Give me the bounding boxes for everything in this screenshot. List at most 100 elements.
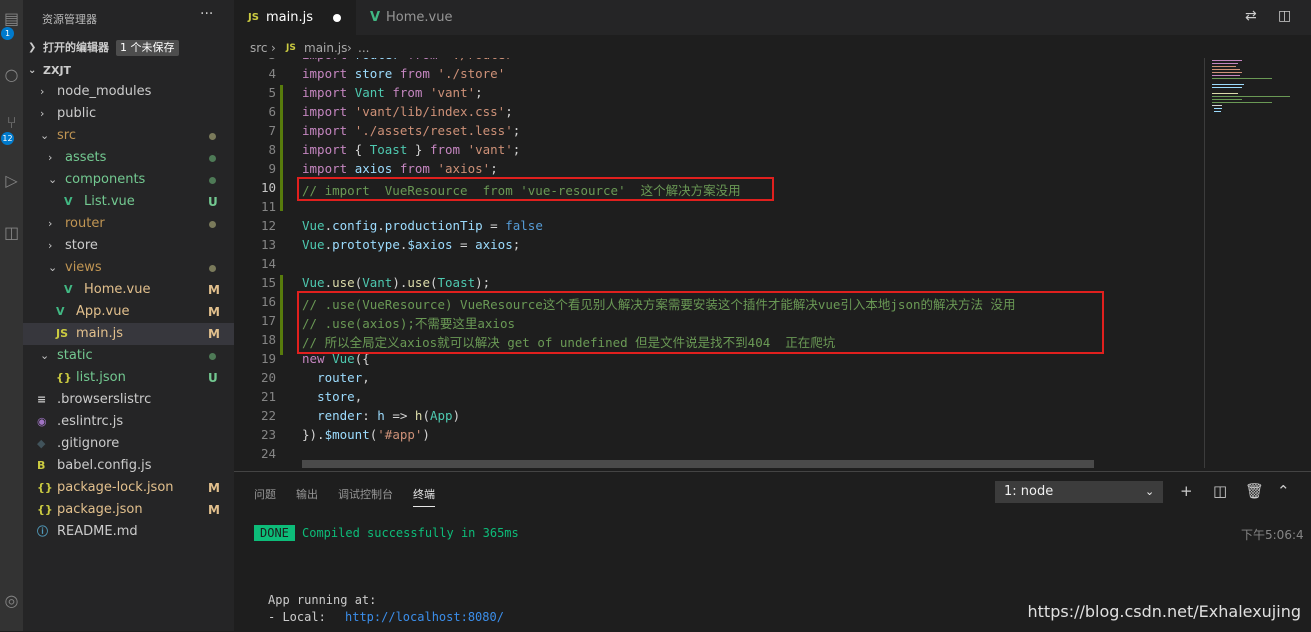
- code-line[interactable]: store,: [302, 389, 362, 404]
- folder-item[interactable]: ⌄ static: [23, 345, 234, 367]
- project-name: ZXJT: [43, 64, 72, 77]
- line-number: 12: [260, 218, 276, 233]
- code-line[interactable]: import store from './store': [302, 66, 505, 81]
- code-line[interactable]: Vue.use(Vant).use(Toast);: [302, 275, 490, 290]
- breadcrumb-separator: ›: [271, 41, 276, 55]
- folder-item[interactable]: › public: [23, 103, 234, 125]
- code-line[interactable]: Vue.config.productionTip = false: [302, 218, 543, 233]
- folder-item[interactable]: › assets: [23, 147, 234, 169]
- split-terminal-icon[interactable]: ◫: [1213, 482, 1227, 500]
- git-added-gutter: [280, 275, 283, 355]
- minimap-divider: [1204, 58, 1205, 468]
- line-number: 4: [268, 66, 276, 81]
- file-item[interactable]: JS main.js M: [23, 323, 234, 345]
- folder-item[interactable]: › router: [23, 213, 234, 235]
- code-line[interactable]: router,: [302, 370, 370, 385]
- git-status-dot: [209, 221, 216, 228]
- project-section[interactable]: ⌄ ZXJT: [23, 60, 234, 82]
- account-icon[interactable]: ◎: [0, 590, 23, 612]
- code-line[interactable]: import { Toast } from 'vant';: [302, 142, 520, 157]
- new-terminal-icon[interactable]: +: [1180, 482, 1193, 500]
- file-name: src: [57, 128, 76, 143]
- run-debug-icon[interactable]: ▷: [0, 170, 23, 192]
- tab-output[interactable]: 输出: [296, 486, 318, 502]
- minimap-line: [1212, 60, 1242, 61]
- file-item[interactable]: ≡ .browserslistrc: [23, 389, 234, 411]
- tab-problems[interactable]: 问题: [254, 486, 276, 502]
- search-icon[interactable]: ○: [0, 64, 23, 86]
- code-line[interactable]: render: h => h(App): [302, 408, 460, 423]
- chevron-right-icon: ›: [40, 85, 45, 98]
- extensions-icon[interactable]: ◫: [0, 222, 23, 244]
- explorer-icon[interactable]: ▤: [0, 8, 23, 30]
- git-status-dot: [209, 133, 216, 140]
- maximize-panel-icon[interactable]: ⌃: [1277, 482, 1290, 500]
- split-editor-icon[interactable]: ◫: [1278, 8, 1291, 24]
- code-line[interactable]: import 'vant/lib/index.css';: [302, 104, 513, 119]
- line-number: 5: [268, 85, 276, 100]
- tab-debug-console[interactable]: 调试控制台: [338, 486, 393, 502]
- minimap[interactable]: [1212, 58, 1292, 118]
- tab-main-js[interactable]: JS main.js: [234, 0, 356, 35]
- git-status-badge: U: [208, 195, 218, 209]
- modified-dot-icon[interactable]: [333, 14, 341, 22]
- code-line[interactable]: import router from './router': [302, 58, 520, 62]
- minimap-line: [1212, 96, 1290, 97]
- file-item[interactable]: ◆ .gitignore: [23, 433, 234, 455]
- git-status-dot: [209, 265, 216, 272]
- folder-item[interactable]: › store: [23, 235, 234, 257]
- folder-item[interactable]: ⌄ src: [23, 125, 234, 147]
- file-item[interactable]: {} package-lock.json M: [23, 477, 234, 499]
- minimap-line: [1212, 78, 1272, 79]
- breadcrumb-folder[interactable]: src: [250, 38, 268, 58]
- minimap-line: [1212, 69, 1240, 70]
- file-item[interactable]: {} package.json M: [23, 499, 234, 521]
- compare-changes-icon[interactable]: ⇄: [1245, 8, 1257, 24]
- tab-terminal[interactable]: 终端: [413, 486, 435, 507]
- code-line[interactable]: import Vant from 'vant';: [302, 85, 483, 100]
- vue-file-icon: V: [64, 195, 73, 208]
- file-item[interactable]: V List.vue U: [23, 191, 234, 213]
- file-item[interactable]: {} list.json U: [23, 367, 234, 389]
- code-line[interactable]: import axios from 'axios';: [302, 161, 498, 176]
- json-file-icon: {}: [37, 481, 53, 494]
- json-file-icon: {}: [37, 503, 53, 516]
- breadcrumb-file[interactable]: main.js: [304, 38, 347, 58]
- horizontal-scrollbar[interactable]: [302, 460, 1094, 468]
- file-item[interactable]: V Home.vue M: [23, 279, 234, 301]
- more-actions-icon[interactable]: ···: [200, 6, 213, 22]
- file-name: public: [57, 106, 97, 121]
- file-item[interactable]: ◉ .eslintrc.js: [23, 411, 234, 433]
- vue-file-icon: V: [64, 283, 73, 296]
- line-number: 20: [260, 370, 276, 385]
- code-line[interactable]: }).$mount('#app'): [302, 427, 430, 442]
- open-editors-section[interactable]: ❯ 打开的编辑器 1 个未保存: [23, 37, 234, 59]
- local-label: - Local:: [268, 610, 348, 624]
- breadcrumb-symbol[interactable]: ...: [358, 38, 369, 58]
- line-number: 14: [260, 256, 276, 271]
- line-number: 7: [268, 123, 276, 138]
- folder-item[interactable]: › node_modules: [23, 81, 234, 103]
- folder-item[interactable]: ⌄ views: [23, 257, 234, 279]
- file-item[interactable]: ⓘ README.md: [23, 521, 234, 543]
- minimap-line: [1212, 84, 1244, 85]
- local-url-link[interactable]: http://localhost:8080/: [345, 610, 504, 624]
- chevron-right-icon: ›: [40, 107, 45, 120]
- line-number: 8: [268, 142, 276, 157]
- folder-item[interactable]: ⌄ components: [23, 169, 234, 191]
- minimap-line: [1214, 111, 1221, 112]
- tab-home-vue[interactable]: V Home.vue: [356, 0, 468, 35]
- git-status-dot: [209, 155, 216, 162]
- vue-file-icon: V: [56, 305, 65, 318]
- code-line[interactable]: import './assets/reset.less';: [302, 123, 520, 138]
- file-item[interactable]: V App.vue M: [23, 301, 234, 323]
- trash-icon[interactable]: 🗑: [1245, 482, 1264, 500]
- file-item[interactable]: Bbabel.config.js: [23, 455, 234, 477]
- minimap-line: [1212, 63, 1238, 64]
- file-name: list.json: [76, 370, 126, 385]
- source-control-icon[interactable]: ⑂: [0, 112, 23, 134]
- babel-file-icon: B: [37, 459, 46, 472]
- code-editor[interactable]: 3 import router from './router' 4 import st…: [234, 58, 1311, 468]
- code-line[interactable]: Vue.prototype.$axios = axios;: [302, 237, 520, 252]
- terminal-select[interactable]: 1: node ⌄: [995, 481, 1163, 503]
